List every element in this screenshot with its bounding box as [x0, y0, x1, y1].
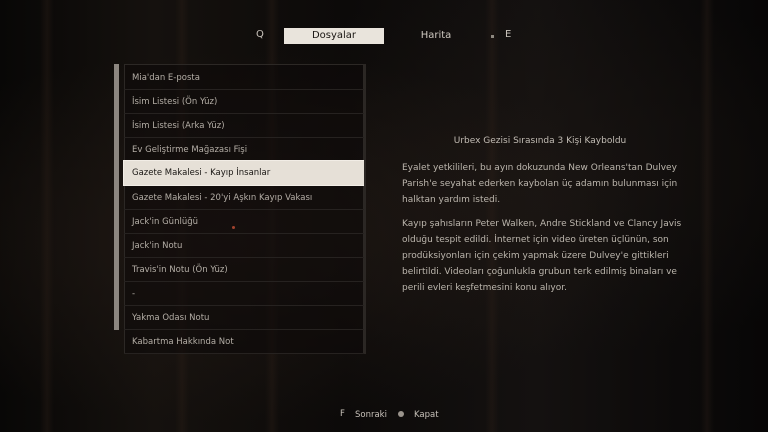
list-scroll-rail[interactable]: [114, 64, 119, 330]
background-pillar: [40, 0, 54, 432]
file-item[interactable]: Gazete Makalesi - 20'yi Aşkın Kayıp Vaka…: [124, 186, 364, 210]
tab-separator: [491, 35, 494, 38]
next-tab-key[interactable]: E: [505, 29, 511, 40]
document-paragraph: Eyalet yetkilileri, bu ayın dokuzunda Ne…: [402, 163, 678, 205]
close-hint-label[interactable]: Kapat: [414, 410, 439, 420]
next-hint-label[interactable]: Sonraki: [355, 410, 387, 420]
background-pillar: [700, 0, 714, 432]
file-list-panel: Mia'dan E-posta İsim Listesi (Ön Yüz) İs…: [114, 64, 366, 354]
file-item[interactable]: Travis'in Notu (Ön Yüz): [124, 258, 364, 282]
cursor-dot: [232, 226, 235, 229]
document-title: Urbex Gezisi Sırasında 3 Kişi Kayboldu: [453, 136, 627, 146]
file-item[interactable]: İsim Listesi (Ön Yüz): [124, 90, 364, 114]
next-key[interactable]: F: [340, 409, 345, 419]
list-scrollbar[interactable]: [364, 64, 366, 354]
document-paragraph: Kayıp şahısların Peter Walken, Andre Sti…: [402, 219, 682, 293]
file-item[interactable]: Jack'in Günlüğü: [124, 210, 364, 234]
file-item[interactable]: -: [124, 282, 364, 306]
close-key-icon[interactable]: [398, 411, 404, 417]
tab-map[interactable]: Harita: [386, 28, 486, 44]
prev-tab-key[interactable]: Q: [256, 29, 264, 40]
control-hints: F Sonraki Kapat: [0, 409, 768, 423]
file-item[interactable]: Kabartma Hakkında Not: [124, 330, 364, 354]
file-item[interactable]: Jack'in Notu: [124, 234, 364, 258]
file-item[interactable]: İsim Listesi (Arka Yüz): [124, 114, 364, 138]
tab-files[interactable]: Dosyalar: [284, 28, 384, 44]
file-item[interactable]: Ev Geliştirme Mağazası Fişi: [124, 138, 364, 162]
file-item-selected[interactable]: Gazete Makalesi - Kayıp İnsanlar: [124, 161, 364, 185]
file-item[interactable]: Mia'dan E-posta: [124, 66, 364, 90]
tab-bar: Q Dosyalar Harita E: [0, 28, 768, 44]
file-item[interactable]: Yakma Odası Notu: [124, 306, 364, 330]
